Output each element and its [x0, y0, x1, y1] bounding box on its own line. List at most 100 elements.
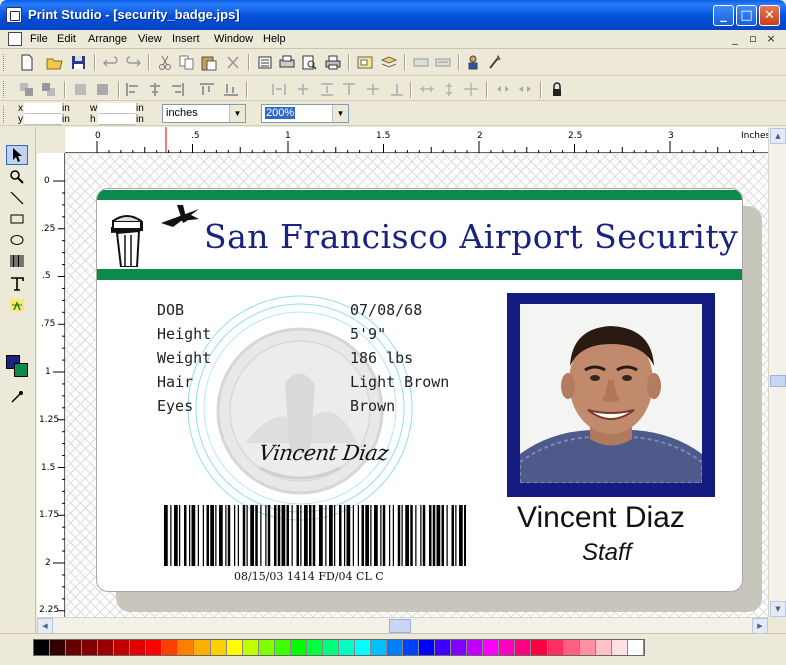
flip-v-icon[interactable]: [516, 81, 534, 98]
bring-front-icon[interactable]: [18, 81, 36, 98]
bottom-edge-icon[interactable]: [388, 81, 406, 98]
line-icon[interactable]: [6, 188, 28, 208]
color-swatch[interactable]: [403, 640, 420, 655]
group-icon[interactable]: [356, 54, 374, 71]
badge-role[interactable]: Staff: [582, 539, 631, 567]
menu-edit[interactable]: Edit: [57, 33, 76, 45]
database-icon[interactable]: [434, 54, 452, 71]
send-back-icon[interactable]: [40, 81, 58, 98]
color-selector-icon[interactable]: [6, 355, 30, 379]
color-swatch[interactable]: [435, 640, 452, 655]
backward-icon[interactable]: [94, 81, 112, 98]
align-top-icon[interactable]: [198, 81, 216, 98]
color-swatch[interactable]: [515, 640, 532, 655]
color-swatch[interactable]: [258, 640, 275, 655]
copy-icon[interactable]: [178, 54, 196, 71]
image-icon[interactable]: [6, 295, 28, 315]
color-swatch[interactable]: [419, 640, 436, 655]
chevron-down-icon[interactable]: ▼: [332, 105, 348, 122]
space-h-icon[interactable]: [418, 81, 436, 98]
vertical-scroll-thumb[interactable]: [770, 375, 786, 387]
ellipse-icon[interactable]: [6, 230, 28, 250]
document-icon[interactable]: [8, 32, 22, 46]
width-input[interactable]: [98, 103, 136, 114]
x-input[interactable]: [24, 103, 62, 114]
color-swatch[interactable]: [579, 640, 596, 655]
height-value[interactable]: 5'9": [350, 325, 386, 343]
align-left-icon[interactable]: [124, 81, 142, 98]
undo-icon[interactable]: [102, 54, 120, 71]
color-swatch[interactable]: [627, 640, 644, 655]
close-button[interactable]: ✕: [759, 5, 780, 26]
scroll-up-icon[interactable]: ▲: [770, 128, 786, 144]
weight-value[interactable]: 186 lbs: [350, 349, 413, 367]
open-folder-icon[interactable]: [46, 54, 64, 71]
toolbar-grip[interactable]: [3, 106, 6, 123]
color-swatch[interactable]: [226, 640, 243, 655]
new-file-icon[interactable]: [18, 54, 36, 71]
badge-heading[interactable]: San Francisco Airport Security: [204, 217, 738, 256]
badge-card[interactable]: San Francisco Airport Security DOB 07/08…: [96, 188, 743, 592]
height-input[interactable]: [98, 114, 136, 125]
color-swatch[interactable]: [194, 640, 211, 655]
color-swatch[interactable]: [162, 640, 179, 655]
menu-arrange[interactable]: Arrange: [88, 33, 127, 45]
print-icon[interactable]: [324, 54, 342, 71]
scroll-left-icon[interactable]: ◀: [37, 618, 53, 634]
color-swatch[interactable]: [98, 640, 115, 655]
align-right-icon[interactable]: [168, 81, 186, 98]
dob-value[interactable]: 07/08/68: [350, 301, 422, 319]
color-swatch[interactable]: [531, 640, 548, 655]
control-tower-icon[interactable]: [103, 201, 203, 267]
app-icon[interactable]: [6, 7, 22, 23]
page-setup-icon[interactable]: [256, 54, 274, 71]
color-swatch[interactable]: [451, 640, 468, 655]
paste-icon[interactable]: [200, 54, 218, 71]
menu-insert[interactable]: Insert: [172, 33, 200, 45]
save-icon[interactable]: [70, 54, 88, 71]
center-h-icon[interactable]: [294, 81, 312, 98]
color-swatch[interactable]: [274, 640, 291, 655]
color-swatch[interactable]: [146, 640, 163, 655]
eyes-value[interactable]: Brown: [350, 397, 395, 415]
menu-window[interactable]: Window: [214, 33, 253, 45]
color-swatch[interactable]: [354, 640, 371, 655]
forward-icon[interactable]: [72, 81, 90, 98]
zoom-select[interactable]: 200% ▼: [261, 104, 349, 123]
wizard-icon[interactable]: [486, 54, 504, 71]
print-setup-icon[interactable]: [278, 54, 296, 71]
y-input[interactable]: [24, 114, 62, 125]
maximize-button[interactable]: □: [736, 5, 757, 26]
color-swatch[interactable]: [595, 640, 612, 655]
vertical-ruler[interactable]: 0 .25 .5 .75 1 1.25 1.5 1.75 2 2.25: [37, 153, 65, 617]
color-swatch[interactable]: [483, 640, 500, 655]
color-swatch[interactable]: [306, 640, 323, 655]
barcode[interactable]: [164, 505, 466, 566]
color-swatch[interactable]: [387, 640, 404, 655]
color-swatch[interactable]: [499, 640, 516, 655]
keyboard-icon[interactable]: [412, 54, 430, 71]
delete-icon[interactable]: [224, 54, 242, 71]
layers-icon[interactable]: [380, 54, 398, 71]
flip-h-icon[interactable]: [494, 81, 512, 98]
lock-icon[interactable]: [548, 81, 566, 98]
user-icon[interactable]: [464, 54, 482, 71]
menu-file[interactable]: File: [30, 33, 48, 45]
color-swatch[interactable]: [370, 640, 388, 655]
print-preview-icon[interactable]: [300, 54, 318, 71]
redo-icon[interactable]: [124, 54, 142, 71]
horizontal-ruler[interactable]: 0 .5 1 1.5 2 2.5 3 Inches: [65, 127, 770, 153]
barcode-text[interactable]: 08/15/03 1414 FD/04 CL C: [234, 570, 384, 583]
color-swatch[interactable]: [322, 640, 339, 655]
align-center-icon[interactable]: [146, 81, 164, 98]
hair-value[interactable]: Light Brown: [350, 373, 449, 391]
color-swatch[interactable]: [114, 640, 131, 655]
toolbar-grip[interactable]: [3, 81, 6, 98]
toolbar-grip[interactable]: [3, 54, 6, 71]
menu-view[interactable]: View: [138, 33, 162, 45]
color-swatch[interactable]: [178, 640, 195, 655]
color-swatch[interactable]: [130, 640, 147, 655]
color-swatch[interactable]: [50, 640, 67, 655]
color-swatch[interactable]: [210, 640, 227, 655]
horizontal-scroll-thumb[interactable]: [389, 619, 411, 633]
